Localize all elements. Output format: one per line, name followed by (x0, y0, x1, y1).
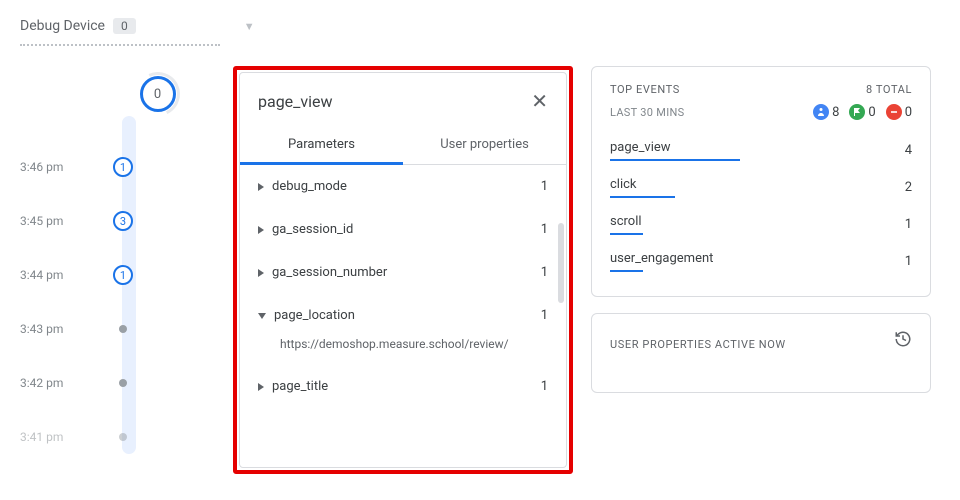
param-row[interactable]: page_location 1 (258, 294, 548, 337)
header: Debug Device 0 ▼ (0, 0, 960, 44)
top-event-bar (610, 196, 675, 198)
stat-errors: 0 (886, 104, 912, 120)
chevron-right-icon[interactable] (258, 183, 264, 191)
timeline-time: 3:46 pm (20, 160, 90, 174)
top-events-total: 8 TOTAL (866, 83, 912, 96)
param-count: 1 (541, 222, 548, 237)
timeline-count-marker[interactable]: 3 (113, 211, 133, 231)
stat-conversions: 0 (849, 104, 875, 120)
debug-device-count-badge: 0 (113, 18, 136, 34)
timeline-row[interactable]: 3:41 pm (20, 410, 215, 464)
top-event-name: scroll (610, 214, 643, 229)
param-name: page_location (274, 308, 355, 323)
top-event-bar (610, 270, 643, 272)
tab-user-properties[interactable]: User properties (403, 127, 566, 164)
top-events-title: TOP EVENTS (610, 83, 680, 96)
tabs: Parameters User properties (240, 127, 566, 165)
timeline-time: 3:45 pm (20, 214, 90, 228)
error-icon (886, 104, 902, 120)
timeline: 0 3:46 pm 1 3:45 pm 3 3:44 pm 1 3:43 pm 3:42 pm… (20, 66, 215, 464)
param-count: 1 (541, 308, 548, 323)
param-count: 1 (541, 179, 548, 194)
chevron-down-icon[interactable] (258, 313, 266, 319)
param-row[interactable]: debug_mode 1 (258, 165, 548, 208)
top-event-name: page_view (610, 140, 740, 155)
flag-icon (849, 104, 865, 120)
timeline-row[interactable]: 3:45 pm 3 (20, 194, 215, 248)
top-event-row[interactable]: page_view 4 (610, 132, 912, 169)
top-event-row[interactable]: click 2 (610, 169, 912, 206)
top-event-count: 4 (905, 143, 912, 158)
param-row[interactable]: ga_session_number 1 (258, 251, 548, 294)
timeline-time: 3:42 pm (20, 376, 90, 390)
divider (20, 44, 220, 46)
param-value: https://demoshop.measure.school/review/ (258, 337, 548, 365)
timeline-time: 3:43 pm (20, 322, 90, 336)
timeline-row[interactable]: 3:44 pm 1 (20, 248, 215, 302)
top-event-count: 1 (905, 217, 912, 232)
top-event-count: 1 (905, 254, 912, 269)
user-properties-title: USER PROPERTIES ACTIVE NOW (610, 338, 786, 351)
top-event-count: 2 (905, 180, 912, 195)
stat-users: 8 (813, 104, 839, 120)
top-event-row[interactable]: user_engagement 1 (610, 243, 912, 280)
chevron-right-icon[interactable] (258, 226, 264, 234)
top-events-card: TOP EVENTS 8 TOTAL LAST 30 MINS 8 (591, 66, 931, 297)
param-name: ga_session_number (272, 265, 387, 280)
timeline-row[interactable]: 3:46 pm 1 (20, 140, 215, 194)
top-events-subtitle: LAST 30 MINS (610, 106, 684, 119)
event-panel-title: page_view (258, 92, 333, 111)
param-count: 1 (541, 265, 548, 280)
top-event-bar (610, 159, 740, 161)
timeline-count-marker[interactable]: 1 (113, 157, 133, 177)
param-name: debug_mode (272, 179, 347, 194)
top-event-row[interactable]: scroll 1 (610, 206, 912, 243)
param-name: page_title (272, 379, 328, 394)
timeline-dot-marker[interactable] (119, 433, 127, 441)
scrollbar[interactable] (558, 223, 564, 303)
timeline-dot-marker[interactable] (119, 379, 127, 387)
param-name: ga_session_id (272, 222, 353, 237)
top-event-name: user_engagement (610, 251, 713, 266)
chevron-right-icon[interactable] (258, 269, 264, 277)
history-icon[interactable] (894, 330, 912, 352)
timeline-current-circle[interactable]: 0 (140, 76, 176, 112)
event-detail-panel: page_view ✕ Parameters User properties d… (233, 66, 573, 474)
close-icon[interactable]: ✕ (531, 89, 548, 113)
dropdown-icon[interactable]: ▼ (244, 20, 255, 33)
param-count: 1 (541, 379, 548, 394)
timeline-time: 3:41 pm (20, 430, 90, 444)
chevron-right-icon[interactable] (258, 383, 264, 391)
timeline-dot-marker[interactable] (119, 325, 127, 333)
timeline-time: 3:44 pm (20, 268, 90, 282)
param-row[interactable]: page_title 1 (258, 365, 548, 408)
timeline-count-marker[interactable]: 1 (113, 265, 133, 285)
param-row[interactable]: ga_session_id 1 (258, 208, 548, 251)
top-event-bar (610, 233, 643, 235)
timeline-row[interactable]: 3:43 pm (20, 302, 215, 356)
top-event-name: click (610, 177, 675, 192)
user-properties-card: USER PROPERTIES ACTIVE NOW (591, 313, 931, 393)
tab-parameters[interactable]: Parameters (240, 127, 403, 165)
debug-device-title: Debug Device (20, 18, 105, 34)
timeline-row[interactable]: 3:42 pm (20, 356, 215, 410)
user-icon (813, 104, 829, 120)
